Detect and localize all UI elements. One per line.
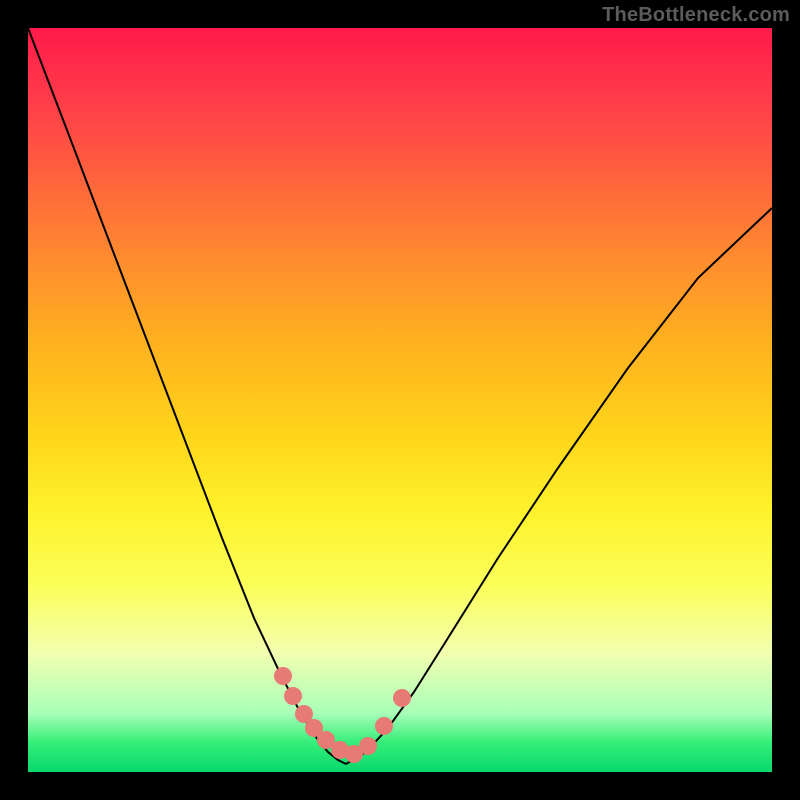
curve-left-path [28, 28, 346, 764]
curve-right-path [346, 208, 772, 764]
bead-marker [359, 737, 377, 755]
beads-group [274, 667, 411, 763]
plot-area [28, 28, 772, 772]
curve-group [28, 28, 772, 764]
bead-marker [274, 667, 292, 685]
bead-marker [375, 717, 393, 735]
chart-overlay [28, 28, 772, 772]
chart-root: TheBottleneck.com [0, 0, 800, 800]
bead-marker [284, 687, 302, 705]
bead-marker [393, 689, 411, 707]
watermark-text: TheBottleneck.com [602, 4, 790, 27]
